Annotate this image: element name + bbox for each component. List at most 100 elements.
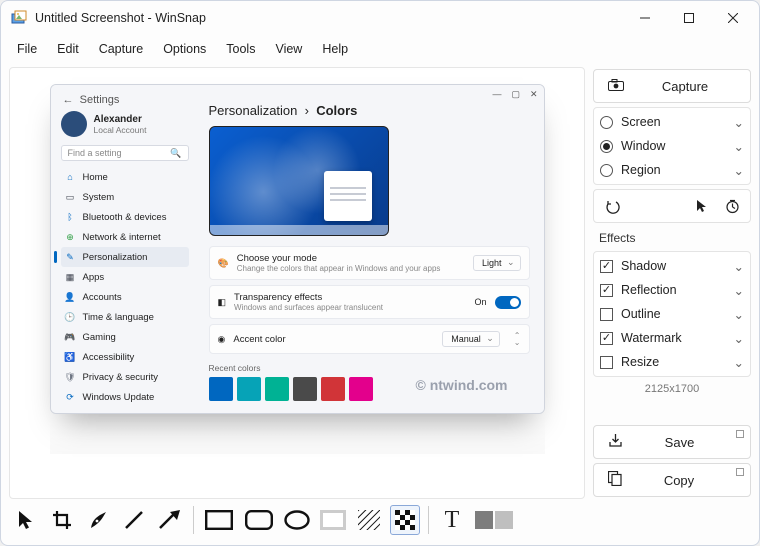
menu-file[interactable]: File [9,38,45,60]
undo-button[interactable] [600,194,624,218]
chevron-down-icon[interactable]: ⌄ [734,355,744,370]
settings-preview [209,126,389,236]
menu-edit[interactable]: Edit [49,38,87,60]
user-type: Local Account [94,125,147,135]
color-swatch [265,377,289,401]
tool-pointer[interactable] [11,505,41,535]
toolbar: T [1,501,759,545]
color-swatch [293,377,317,401]
expand-icon: ⌃⌄ [514,332,521,346]
tool-rectangle[interactable] [202,505,236,535]
accent-icon: ◉ [218,334,226,345]
menu-capture[interactable]: Capture [91,38,151,60]
color-swatch [349,377,373,401]
delay-button[interactable] [720,194,744,218]
menu-view[interactable]: View [267,38,310,60]
include-cursor-button[interactable] [690,194,714,218]
accent-dropdown: Manual [442,331,500,347]
mode-region[interactable]: Region⌄ [594,158,750,182]
save-icon [608,433,623,451]
effect-watermark[interactable]: Watermark⌄ [594,326,750,350]
menu-options[interactable]: Options [155,38,214,60]
chevron-down-icon[interactable]: ⌄ [734,331,744,346]
effects-title: Effects [593,227,751,247]
avatar [61,111,87,137]
watermark: © ntwind.com [416,377,508,393]
image-dimensions: 2125x1700 [593,381,751,401]
chevron-down-icon[interactable]: ⌄ [734,163,744,178]
canvas-area[interactable]: ← Settings Alexander Local Account Find … [9,67,585,499]
tool-blur[interactable] [354,505,384,535]
transparency-value: On [474,297,486,307]
settings-nav-item: ᛒBluetooth & devices [61,207,189,227]
tool-arrow[interactable] [155,505,185,535]
camera-icon [608,79,624,94]
chevron-down-icon[interactable]: ⌄ [734,283,744,298]
effect-reflection[interactable]: Reflection⌄ [594,278,750,302]
mode-dropdown: Light [473,255,521,271]
copy-icon [608,471,622,489]
settings-nav-item: ▦Apps [61,267,189,287]
pin-icon [736,430,744,438]
tool-text[interactable]: T [437,505,467,535]
card-transparency: ◧ Transparency effectsWindows and surfac… [209,285,530,319]
sidebar: Capture Screen⌄ Window⌄ Region⌄ Effects … [589,63,759,501]
settings-breadcrumb: Personalization › Colors [203,93,530,126]
tool-pen[interactable] [83,505,113,535]
chevron-down-icon[interactable]: ⌄ [734,307,744,322]
effect-resize[interactable]: Resize⌄ [594,350,750,374]
color-swatch [321,377,345,401]
tool-line[interactable] [119,505,149,535]
capture-button[interactable]: Capture [593,69,751,103]
settings-window-controls: —▢✕ [492,89,537,100]
card-choose-mode: 🎨 Choose your modeChange the colors that… [209,246,530,280]
palette-icon: 🎨 [218,258,229,269]
settings-nav-item: ⌂Home [61,167,189,187]
save-button[interactable]: Save [593,425,751,459]
mode-window[interactable]: Window⌄ [594,134,750,158]
close-button[interactable] [711,3,755,33]
settings-nav-item: ♿Accessibility [61,347,189,367]
app-window: Untitled Screenshot - WinSnap File Edit … [0,0,760,546]
app-icon [11,10,27,26]
settings-search: Find a setting🔍 [61,145,189,161]
titlebar: Untitled Screenshot - WinSnap [1,1,759,35]
card-accent: ◉ Accent color Manual ⌃⌄ [209,324,530,354]
tool-rounded-rect[interactable] [242,505,276,535]
minimize-button[interactable] [623,3,667,33]
user-name: Alexander [94,114,147,125]
color-swatch [237,377,261,401]
settings-nav-item: 🕒Time & language [61,307,189,327]
color-swatch [209,377,233,401]
transparency-toggle [495,296,521,309]
captured-screenshot: ← Settings Alexander Local Account Find … [50,84,545,414]
effect-outline[interactable]: Outline⌄ [594,302,750,326]
window-title: Untitled Screenshot - WinSnap [35,11,623,25]
maximize-button[interactable] [667,3,711,33]
settings-user: Alexander Local Account [61,109,189,145]
menubar: File Edit Capture Options Tools View Hel… [1,35,759,63]
menu-tools[interactable]: Tools [218,38,263,60]
tool-crop[interactable] [47,505,77,535]
tool-ellipse[interactable] [282,505,312,535]
search-icon: 🔍 [170,148,181,159]
chevron-down-icon[interactable]: ⌄ [734,139,744,154]
tool-highlight[interactable] [318,505,348,535]
settings-nav-item: ⊕Network & internet [61,227,189,247]
reflection-effect [50,414,545,454]
tool-color-fill[interactable] [473,505,517,535]
mode-screen[interactable]: Screen⌄ [594,110,750,134]
settings-back-button: ← Settings [61,91,189,109]
settings-nav-item: ⟳Windows Update [61,387,189,407]
pin-icon [736,468,744,476]
chevron-down-icon[interactable]: ⌄ [734,115,744,130]
tool-pixelate[interactable] [390,505,420,535]
copy-button[interactable]: Copy [593,463,751,497]
settings-title: Settings [80,94,120,106]
chevron-down-icon[interactable]: ⌄ [734,259,744,274]
menu-help[interactable]: Help [314,38,356,60]
settings-nav-item: 🛡Privacy & security [61,367,189,387]
settings-nav-item: ▭System [61,187,189,207]
settings-nav-item: 🎮Gaming [61,327,189,347]
effect-shadow[interactable]: Shadow⌄ [594,254,750,278]
